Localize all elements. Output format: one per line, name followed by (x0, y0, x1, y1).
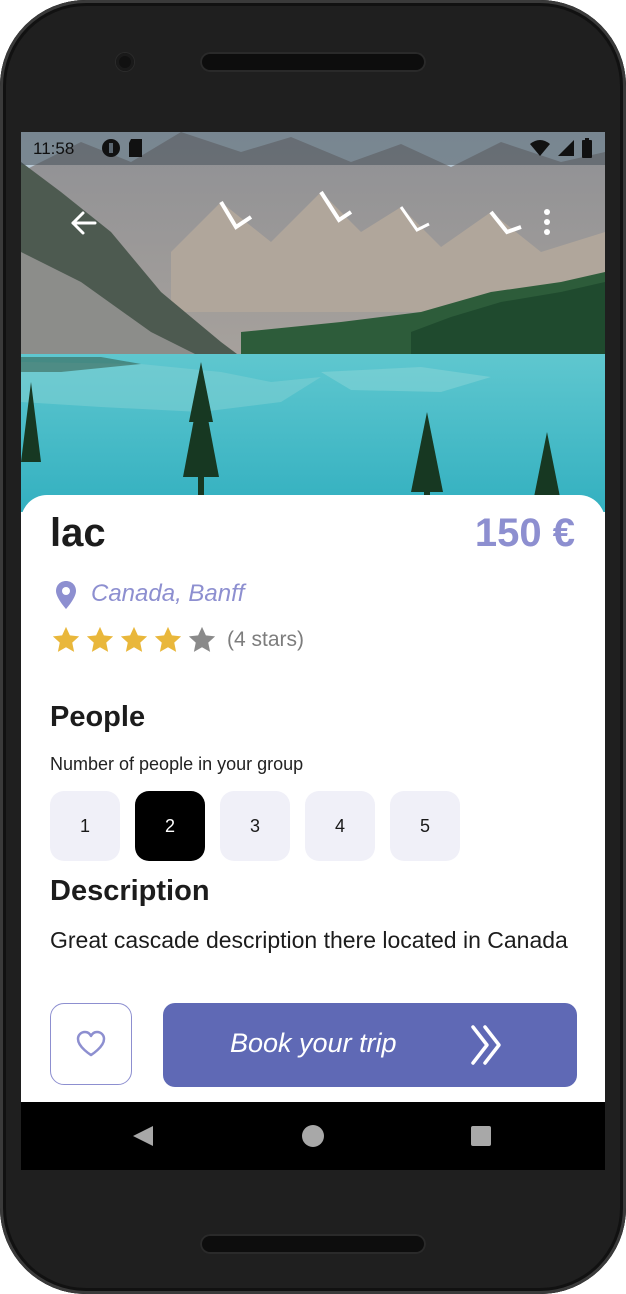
star-empty-icon (188, 626, 216, 652)
lake-mountain-photo (21, 132, 605, 512)
star-filled-icon (154, 626, 182, 652)
top-speaker (200, 52, 426, 72)
hero-image: 11:58 (21, 132, 605, 512)
double-chevron-right-icon (471, 1025, 501, 1065)
people-option-5[interactable]: 5 (390, 791, 460, 861)
people-option-2-selected[interactable]: 2 (135, 791, 205, 861)
arrow-left-icon (71, 211, 97, 235)
place-title: lac (50, 511, 106, 555)
description-text: Great cascade description there located … (50, 927, 568, 953)
wifi-icon (530, 140, 550, 156)
book-trip-button[interactable]: Book your trip (163, 1003, 577, 1087)
notification-app-icon (102, 139, 120, 157)
rating-stars: (4 stars) (51, 625, 304, 655)
nav-recents-icon[interactable] (471, 1126, 491, 1146)
location-pin-icon (56, 581, 76, 609)
people-count-selector: 1 2 3 4 5 (50, 791, 460, 861)
cell-signal-icon (558, 140, 574, 156)
description-heading: Description (50, 875, 210, 907)
status-time: 11:58 (33, 139, 75, 158)
bottom-speaker (200, 1234, 426, 1254)
place-price: 150 € (474, 511, 575, 555)
sd-card-icon (129, 139, 142, 157)
status-bar: 11:58 (21, 132, 605, 165)
people-option-4[interactable]: 4 (305, 791, 375, 861)
star-filled-icon (86, 626, 114, 652)
star-filled-icon (52, 626, 80, 652)
more-options-button[interactable] (537, 204, 557, 242)
status-system-icons (529, 138, 593, 158)
nav-back-icon[interactable] (131, 1124, 155, 1148)
star-filled-icon (120, 626, 148, 652)
place-location: Canada, Banff (91, 580, 245, 607)
phone-frame: 11:58 lac 150 € Canada, Banff (4 stars) … (0, 0, 626, 1294)
more-vertical-icon (544, 209, 550, 235)
app-screen: 11:58 lac 150 € Canada, Banff (4 stars) … (21, 132, 605, 1170)
front-camera (116, 53, 134, 71)
back-button[interactable] (65, 204, 103, 242)
favorite-button[interactable] (50, 1003, 132, 1085)
people-option-3[interactable]: 3 (220, 791, 290, 861)
details-card: lac 150 € Canada, Banff (4 stars) People… (21, 495, 605, 1115)
status-notification-icons (101, 138, 145, 158)
heart-outline-icon (76, 1030, 106, 1057)
rating-label: (4 stars) (227, 628, 305, 651)
nav-home-icon[interactable] (302, 1125, 324, 1147)
people-heading: People (50, 701, 146, 733)
book-trip-label: Book your trip (230, 1028, 397, 1058)
battery-icon (582, 138, 592, 158)
system-nav-bar (21, 1102, 605, 1170)
people-option-1[interactable]: 1 (50, 791, 120, 861)
people-subtitle: Number of people in your group (50, 754, 304, 774)
